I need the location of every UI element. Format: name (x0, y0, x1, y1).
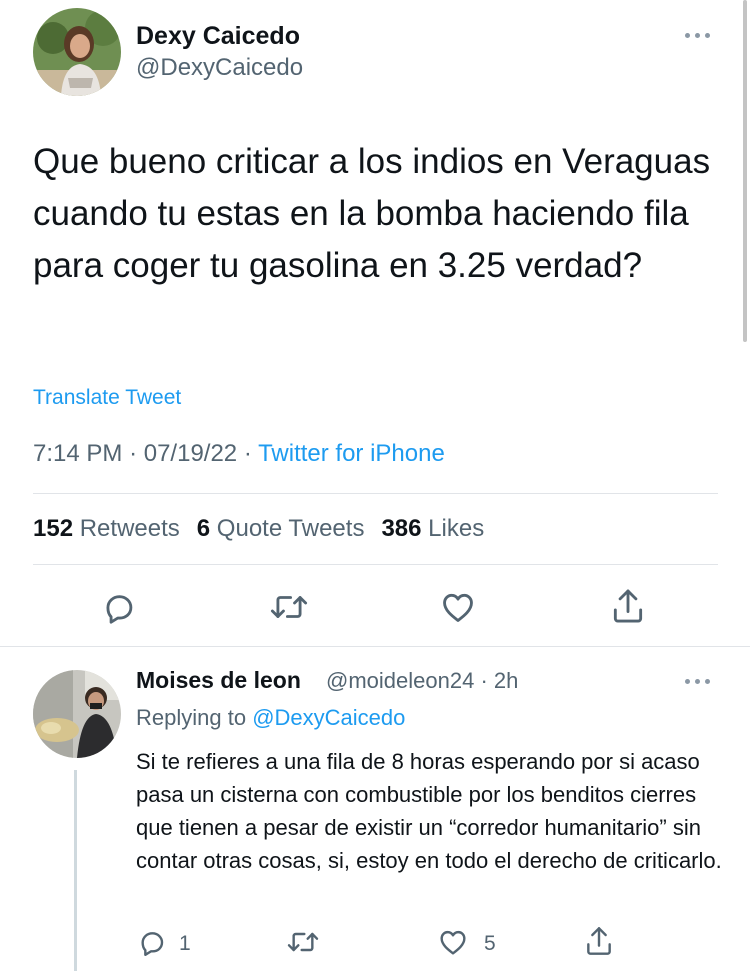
reply-avatar-image (33, 670, 121, 758)
reply-reply-count: 1 (179, 932, 191, 955)
more-dot-icon (705, 33, 710, 38)
reply-like-count: 5 (484, 932, 496, 955)
likes-count: 386 (381, 515, 422, 542)
thread-line (74, 770, 77, 971)
divider (33, 564, 718, 565)
more-dot-icon (685, 33, 690, 38)
reply-author-handle-line: @moideleon24 · 2h (326, 668, 518, 694)
retweet-icon (270, 596, 308, 618)
like-icon (440, 930, 466, 955)
reply-retweet-button[interactable] (285, 926, 321, 958)
scrollbar[interactable] (743, 0, 747, 342)
more-dot-icon (705, 679, 710, 684)
more-dot-icon (695, 679, 700, 684)
author-handle[interactable]: @DexyCaicedo (136, 54, 303, 82)
meta-separator: · (129, 440, 138, 467)
reply-button[interactable] (100, 588, 138, 626)
like-button[interactable] (439, 588, 477, 626)
reply-author-avatar[interactable] (33, 670, 121, 758)
likes-stat[interactable]: 386 Likes (381, 515, 484, 543)
like-icon (443, 593, 473, 622)
reply-icon (141, 932, 164, 956)
reply-share-button[interactable] (583, 924, 615, 958)
reply-like-button[interactable] (437, 926, 469, 958)
tweet-stats: 152 Retweets 6 Quote Tweets 386 Likes (33, 515, 501, 543)
reply-text: Si te refieres a una fila de 8 horas esp… (136, 749, 722, 873)
more-dot-icon (695, 33, 700, 38)
author-name[interactable]: Dexy Caicedo (136, 22, 300, 51)
retweet-button[interactable] (268, 588, 310, 626)
reply-author-handle[interactable]: @moideleon24 (326, 668, 474, 693)
author-avatar-image (33, 8, 121, 96)
reply-icon (106, 595, 133, 624)
retweets-label: Retweets (79, 515, 180, 542)
share-icon (613, 589, 643, 623)
reply-reply-button[interactable] (136, 926, 168, 958)
reply-age: · 2h (480, 668, 519, 693)
tweet-source-link[interactable]: Twitter for iPhone (258, 440, 445, 467)
quote-tweets-stat[interactable]: 6 Quote Tweets (197, 515, 365, 543)
more-dot-icon (685, 679, 690, 684)
reply-more-button[interactable] (685, 679, 710, 684)
tweet-meta: 7:14 PM · 07/19/22 · Twitter for iPhone (33, 440, 445, 468)
quote-tweets-count: 6 (196, 515, 211, 542)
tweet-date: 07/19/22 (143, 440, 238, 467)
meta-separator: · (243, 440, 252, 467)
tweet-text: Que bueno criticar a los indios en Verag… (33, 142, 711, 285)
retweets-count: 152 (33, 515, 74, 542)
divider (0, 646, 750, 647)
tweet-time: 7:14 PM (33, 440, 123, 467)
retweets-stat[interactable]: 152 Retweets (33, 515, 180, 543)
replying-to-mention[interactable]: @DexyCaicedo (252, 705, 405, 730)
share-icon (587, 927, 611, 955)
share-button[interactable] (609, 586, 647, 626)
retweet-icon (287, 932, 319, 952)
author-avatar[interactable] (33, 8, 121, 96)
tweet-more-button[interactable] (685, 33, 710, 38)
divider (33, 493, 718, 494)
replying-to: Replying to @DexyCaicedo (136, 705, 405, 731)
reply-author-name[interactable]: Moises de leon (136, 667, 301, 694)
quote-tweets-label: Quote Tweets (216, 515, 365, 542)
replying-to-label: Replying to (136, 705, 247, 730)
translate-tweet-link[interactable]: Translate Tweet (33, 386, 181, 410)
likes-label: Likes (428, 515, 485, 542)
